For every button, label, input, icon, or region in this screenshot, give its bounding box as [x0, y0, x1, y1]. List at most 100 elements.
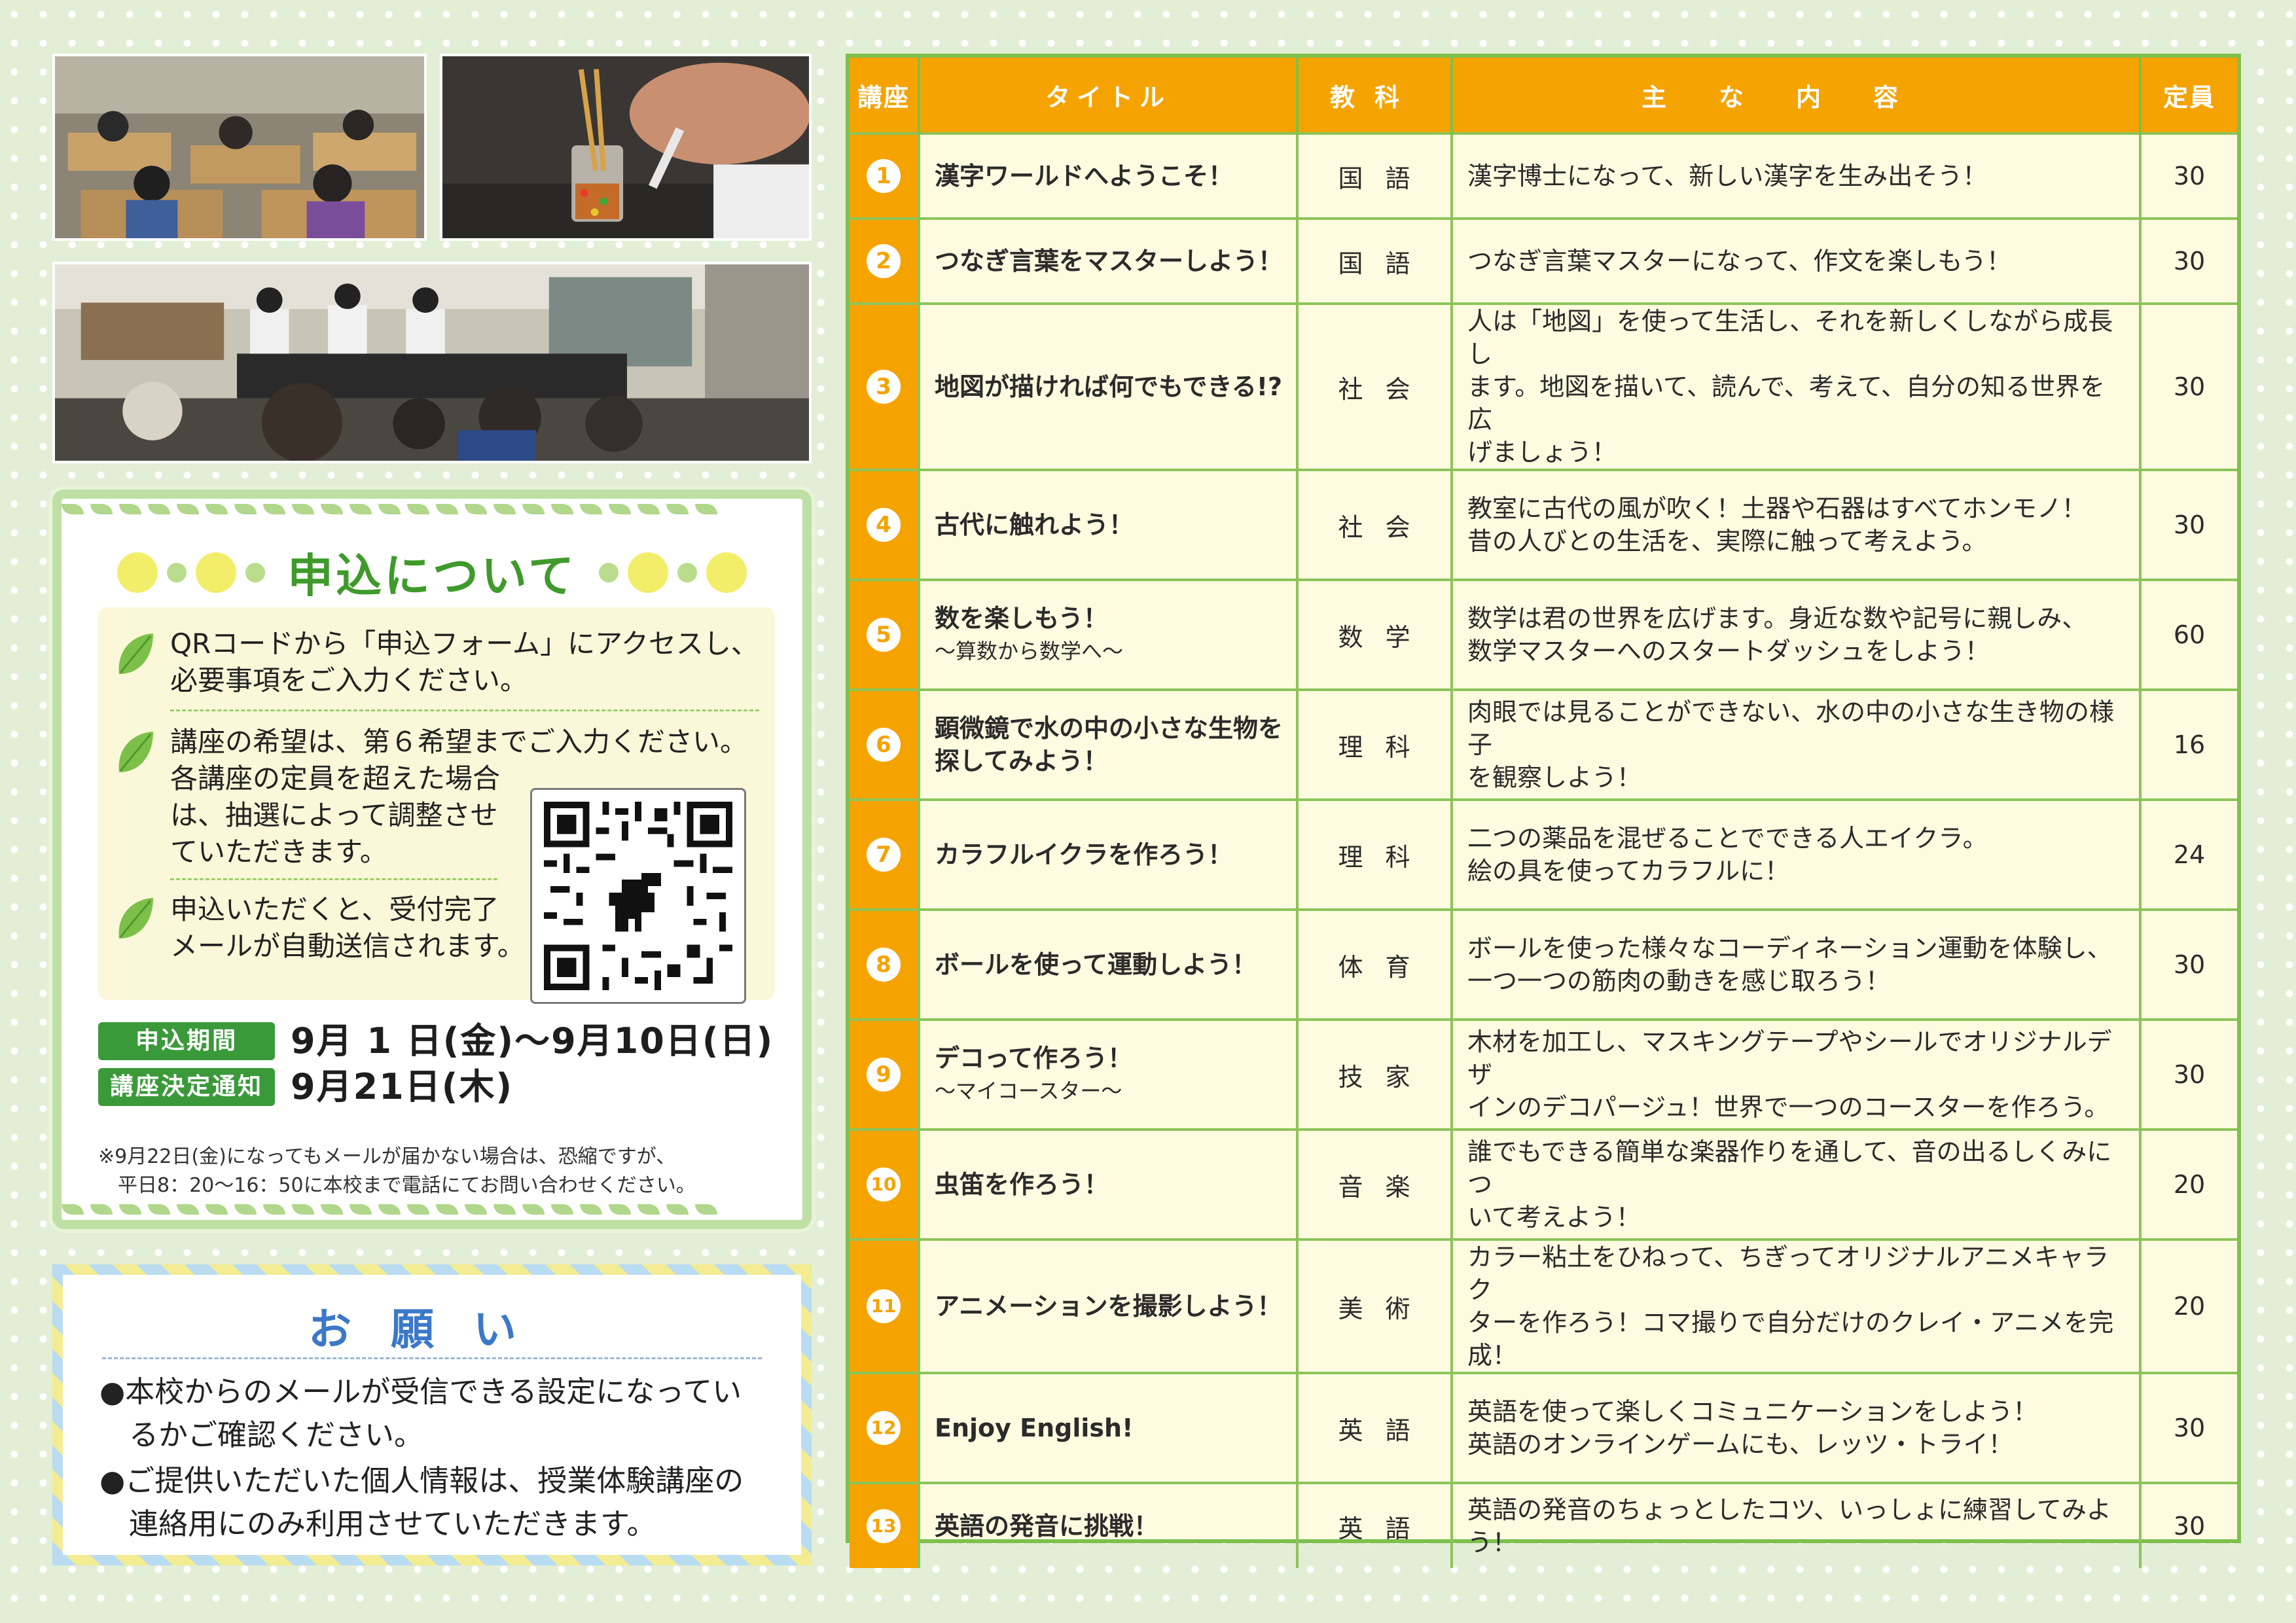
table-row: 2 つなぎ言葉をマスターしよう！ 国語 つなぎ言葉マスターになって、作文を楽しもう！ 3…	[850, 217, 2237, 304]
course-number-badge: 3	[867, 370, 901, 404]
header-title: タイトル	[919, 58, 1299, 134]
course-content: 二つの薬品を混ぜることでできる人エイクラ。 絵の具を使ってカラフルに！	[1452, 798, 2142, 910]
course-content: ボールを使った様々なコーディネーション運動を体験し、 一つ一つの筋肉の動きを感じ取…	[1452, 908, 2142, 1020]
application-title: 申込について	[287, 549, 577, 603]
table-row: 11 アニメーションを撮影しよう！ 美術 カラー粘土をひねって、ちぎってオリジナルアニ…	[850, 1238, 2237, 1373]
course-capacity: 30	[2140, 908, 2237, 1020]
course-table-container: 講座 タイトル 教科 主な内容 定員 1 漢字ワールドへようこそ！ 国語 漢字博士にな…	[846, 54, 2241, 1568]
course-number: 4	[850, 469, 920, 580]
application-period-label: 申込期間	[98, 1022, 275, 1060]
table-row: 5 数を楽しもう！ ～算数から数学へ～ 数学 数学は君の世界を広げます。身近な数や記号に…	[850, 579, 2237, 690]
table-header-row: 講座 タイトル 教科 主な内容 定員	[850, 58, 2237, 134]
header-content: 主な内容	[1452, 58, 2142, 134]
course-capacity: 30	[2140, 469, 2237, 580]
course-capacity: 30	[2140, 302, 2237, 470]
header-capacity: 定員	[2140, 58, 2237, 134]
leaf-border-top	[62, 504, 802, 514]
application-info-box: 申込について QRコードから「申込フォーム」にアクセスし、 必要事項をご入力くだ…	[52, 490, 812, 1229]
table-row: 1 漢字ワールドへようこそ！ 国語 漢字博士になって、新しい漢字を生み出そう！ 30	[850, 132, 2237, 219]
course-capacity: 30	[2140, 217, 2237, 304]
course-capacity: 60	[2140, 579, 2237, 690]
course-subject: 数学	[1297, 579, 1453, 690]
course-table: 講座 タイトル 教科 主な内容 定員 1 漢字ワールドへようこそ！ 国語 漢字博士にな…	[850, 58, 2237, 1568]
instruction-3: 申込いただくと、受付完了 メールが自動送信されます。	[170, 893, 525, 962]
course-number-badge: 10	[867, 1168, 901, 1202]
application-period-value: 9月 1 日(金)～9月10日(日)	[291, 1020, 774, 1061]
course-subject: 技家	[1297, 1018, 1453, 1130]
course-number-badge: 2	[867, 244, 901, 278]
course-decision-label: 講座決定通知	[98, 1068, 275, 1106]
course-content: つなぎ言葉マスターになって、作文を楽しもう！	[1452, 217, 2142, 304]
table-row: 9 デコって作ろう！ ～マイコースター～ 技家 木材を加工し、マスキングテープやシールで…	[850, 1018, 2237, 1130]
course-content: 数学は君の世界を広げます。身近な数や記号に親しみ、 数学マスターへのスタートダッシ…	[1452, 579, 2142, 690]
course-number-badge: 9	[867, 1058, 901, 1092]
course-number: 5	[850, 579, 920, 690]
table-row: 4 古代に触れよう！ 社会 教室に古代の風が吹く！土器や石器はすべてホンモノ！ 昔の人び…	[850, 469, 2237, 580]
course-title: デコって作ろう！ ～マイコースター～	[919, 1018, 1299, 1130]
course-number: 2	[850, 217, 920, 304]
course-title: ボールを使って運動しよう！	[919, 908, 1299, 1020]
course-title: アニメーションを撮影しよう！	[919, 1238, 1299, 1373]
leaf-icon	[118, 732, 153, 772]
course-number-badge: 4	[867, 508, 901, 542]
table-row: 13 英語の発音に挑戦！ 英語 英語の発音のちょっとしたコツ、いっしょに練習してみよう…	[850, 1482, 2237, 1568]
course-number-badge: 12	[867, 1411, 901, 1445]
course-title: 数を楽しもう！ ～算数から数学へ～	[919, 579, 1299, 690]
request-separator	[102, 1357, 762, 1359]
course-number: 9	[850, 1018, 920, 1130]
course-number-badge: 11	[867, 1289, 901, 1323]
course-number-badge: 8	[867, 948, 901, 982]
course-title: 顕微鏡で水の中の小さな生物を 探してみよう！	[919, 688, 1299, 800]
course-subject: 理科	[1297, 688, 1453, 800]
course-title: 虫笛を作ろう！	[919, 1128, 1299, 1240]
course-decision-value: 9月21日(木)	[291, 1066, 514, 1107]
request-title: お願い	[308, 1304, 556, 1355]
course-number: 11	[850, 1238, 920, 1373]
course-number-badge: 1	[867, 159, 901, 193]
leaf-border-bottom	[62, 1204, 802, 1215]
instruction-1: QRコードから「申込フォーム」にアクセスし、 必要事項をご入力ください。	[170, 628, 759, 696]
course-subject: 体育	[1297, 908, 1453, 1020]
course-number: 7	[850, 798, 920, 910]
course-subject: 音楽	[1297, 1128, 1453, 1240]
course-number-badge: 7	[867, 838, 901, 872]
course-subject: 美術	[1297, 1238, 1453, 1373]
course-title: カラフルイクラを作ろう！	[919, 798, 1299, 910]
request-item-1: ●本校からのメールが受信できる設定になってい るかご確認ください。	[99, 1374, 742, 1452]
course-content: 英語を使って楽しくコミュニケーションをしよう！ 英語のオンラインゲームにも、レッツ…	[1452, 1372, 2142, 1483]
course-subject: 国語	[1297, 217, 1453, 304]
leaf-icon	[118, 898, 153, 938]
request-box: お願い ●本校からのメールが受信できる設定になってい るかご確認ください。 ●ご…	[52, 1264, 812, 1565]
course-title: 英語の発音に挑戦！	[919, 1482, 1299, 1568]
course-title: Enjoy English!	[919, 1372, 1299, 1483]
header-subject: 教科	[1297, 58, 1453, 134]
table-row: 3 地図が描ければ何でもできる!? 社会 人は「地図」を使って生活し、それを新しくしな…	[850, 302, 2237, 470]
instruction-separator	[170, 709, 759, 711]
course-subtitle: ～マイコースター～	[935, 1079, 1122, 1103]
contact-notice: ※9月22日(金)になってもメールが届かない場合は、恐縮ですが、 平日8：20～…	[98, 1145, 696, 1197]
course-capacity: 20	[2140, 1128, 2237, 1240]
course-subject: 英語	[1297, 1372, 1453, 1483]
leaf-icon	[118, 633, 153, 674]
table-row: 6 顕微鏡で水の中の小さな生物を 探してみよう！ 理科 肉眼では見ることができない、水の…	[850, 688, 2237, 800]
table-row: 7 カラフルイクラを作ろう！ 理科 二つの薬品を混ぜることでできる人エイクラ。 絵の具を…	[850, 798, 2237, 910]
course-content: カラー粘土をひねって、ちぎってオリジナルアニメキャラク ターを作ろう！コマ撮りで自…	[1452, 1238, 2142, 1373]
course-capacity: 30	[2140, 132, 2237, 219]
course-number: 6	[850, 688, 920, 800]
course-number: 3	[850, 302, 920, 470]
application-title-row: 申込について	[62, 539, 802, 605]
course-subject: 社会	[1297, 469, 1453, 580]
course-content: 誰でもできる簡単な楽器作りを通して、音の出るしくみにつ いて考えよう！	[1452, 1128, 2142, 1240]
course-capacity: 30	[2140, 1018, 2237, 1130]
course-content: 英語の発音のちょっとしたコツ、いっしょに練習してみよう！	[1452, 1482, 2142, 1568]
course-number: 8	[850, 908, 920, 1020]
course-number: 13	[850, 1482, 920, 1568]
course-content: 肉眼では見ることができない、水の中の小さな生き物の様子 を観察しよう！	[1452, 688, 2142, 800]
course-capacity: 30	[2140, 1482, 2237, 1568]
course-title: つなぎ言葉をマスターしよう！	[919, 217, 1299, 304]
table-row: 12 Enjoy English! 英語 英語を使って楽しくコミュニケーションをしよう…	[850, 1372, 2237, 1483]
qr-code-icon[interactable]	[530, 788, 746, 1004]
course-subject: 国語	[1297, 132, 1453, 219]
course-subject: 理科	[1297, 798, 1453, 910]
table-row: 10 虫笛を作ろう！ 音楽 誰でもできる簡単な楽器作りを通して、音の出るしくみにつ いて…	[850, 1128, 2237, 1240]
